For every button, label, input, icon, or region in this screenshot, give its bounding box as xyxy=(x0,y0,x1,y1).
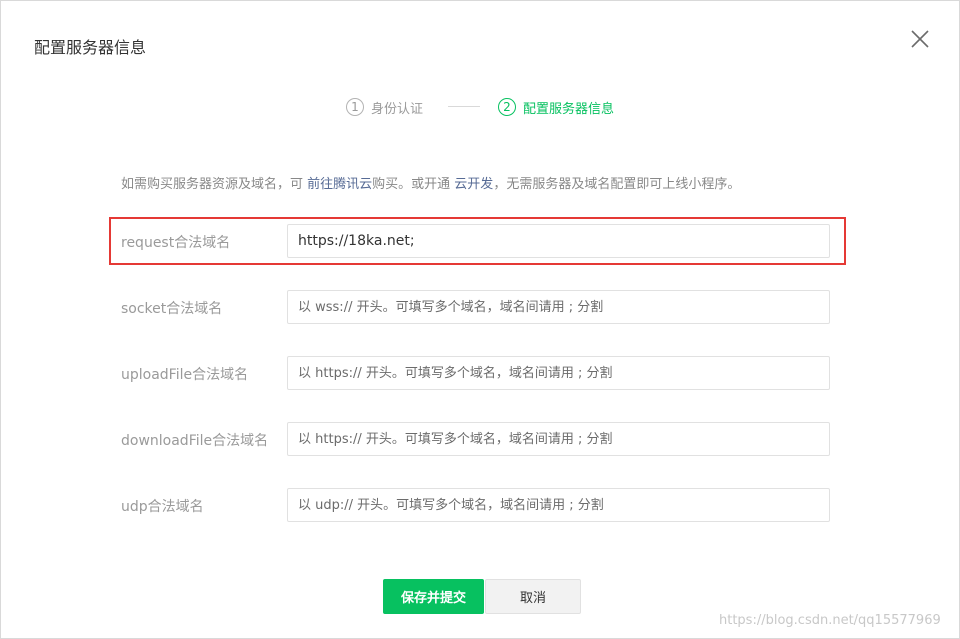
udp-domain-input[interactable] xyxy=(287,488,830,522)
step-number: 2 xyxy=(498,98,516,116)
cancel-button[interactable]: 取消 xyxy=(485,579,581,614)
purchase-tip: 如需购买服务器资源及域名，可 前往腾讯云购买。或开通 云开发，无需服务器及域名配… xyxy=(121,173,740,192)
close-button[interactable] xyxy=(905,24,935,54)
request-domain-input[interactable] xyxy=(287,224,830,258)
close-icon xyxy=(911,30,929,48)
step-connector xyxy=(448,106,480,107)
uploadfile-domain-label: uploadFile合法域名 xyxy=(121,367,249,383)
uploadfile-domain-input[interactable] xyxy=(287,356,830,390)
config-server-dialog: 配置服务器信息 1 身份认证 2 配置服务器信息 如需购买服务器资源及域名，可 … xyxy=(0,0,960,639)
step-identity: 1 身份认证 xyxy=(346,96,423,118)
watermark: https://blog.csdn.net/qq15577969 xyxy=(719,613,941,628)
downloadfile-domain-label: downloadFile合法域名 xyxy=(121,433,269,449)
tip-text: 购买。或开通 xyxy=(372,177,455,192)
cloud-dev-link[interactable]: 云开发 xyxy=(454,177,493,192)
tencent-cloud-link[interactable]: 前往腾讯云 xyxy=(307,177,372,192)
socket-domain-label: socket合法域名 xyxy=(121,301,223,317)
tip-text: 如需购买服务器资源及域名，可 xyxy=(121,177,308,192)
dialog-title: 配置服务器信息 xyxy=(34,38,147,57)
stepper: 1 身份认证 2 配置服务器信息 xyxy=(1,96,959,118)
step-number: 1 xyxy=(346,98,364,116)
downloadfile-domain-input[interactable] xyxy=(287,422,830,456)
socket-domain-input[interactable] xyxy=(287,290,830,324)
udp-domain-label: udp合法域名 xyxy=(121,499,204,515)
step-label: 身份认证 xyxy=(371,101,424,117)
save-submit-button[interactable]: 保存并提交 xyxy=(383,579,484,614)
step-server-config: 2 配置服务器信息 xyxy=(498,96,614,118)
tip-text: ，无需服务器及域名配置即可上线小程序。 xyxy=(493,177,741,192)
request-domain-label: request合法域名 xyxy=(121,235,231,251)
step-label: 配置服务器信息 xyxy=(523,101,615,117)
